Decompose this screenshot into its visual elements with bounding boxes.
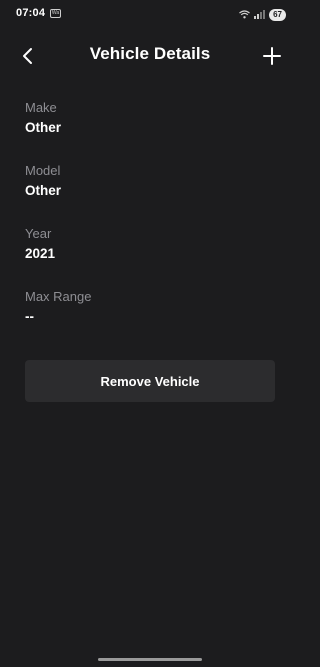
field-model: Model Other bbox=[25, 163, 275, 226]
field-label: Model bbox=[25, 163, 61, 178]
app-notification-icon: Wa bbox=[50, 9, 61, 18]
wifi-icon bbox=[239, 6, 250, 24]
field-year: Year 2021 bbox=[25, 226, 275, 289]
vehicle-details: Make Other Model Other Year 2021 Max Ran… bbox=[25, 100, 275, 352]
add-button[interactable] bbox=[258, 42, 286, 70]
field-value: -- bbox=[25, 309, 34, 324]
battery-indicator: 67 bbox=[269, 9, 286, 21]
app-header: Vehicle Details bbox=[0, 36, 300, 74]
field-label: Max Range bbox=[25, 289, 92, 304]
plus-icon bbox=[263, 47, 281, 65]
field-value: 2021 bbox=[25, 246, 56, 261]
status-bar: 07:04 Wa 67 bbox=[0, 0, 300, 28]
field-value: Other bbox=[25, 183, 62, 198]
signal-icon bbox=[254, 6, 266, 24]
field-label: Year bbox=[25, 226, 52, 241]
remove-vehicle-button[interactable]: Remove Vehicle bbox=[25, 360, 275, 402]
field-label: Make bbox=[25, 100, 57, 115]
field-max-range: Max Range -- bbox=[25, 289, 275, 352]
page-title: Vehicle Details bbox=[89, 44, 211, 63]
status-icons: 67 bbox=[239, 6, 286, 24]
home-indicator[interactable] bbox=[98, 658, 202, 661]
field-value: Other bbox=[25, 120, 62, 135]
field-make: Make Other bbox=[25, 100, 275, 163]
status-time: 07:04 bbox=[16, 7, 46, 19]
